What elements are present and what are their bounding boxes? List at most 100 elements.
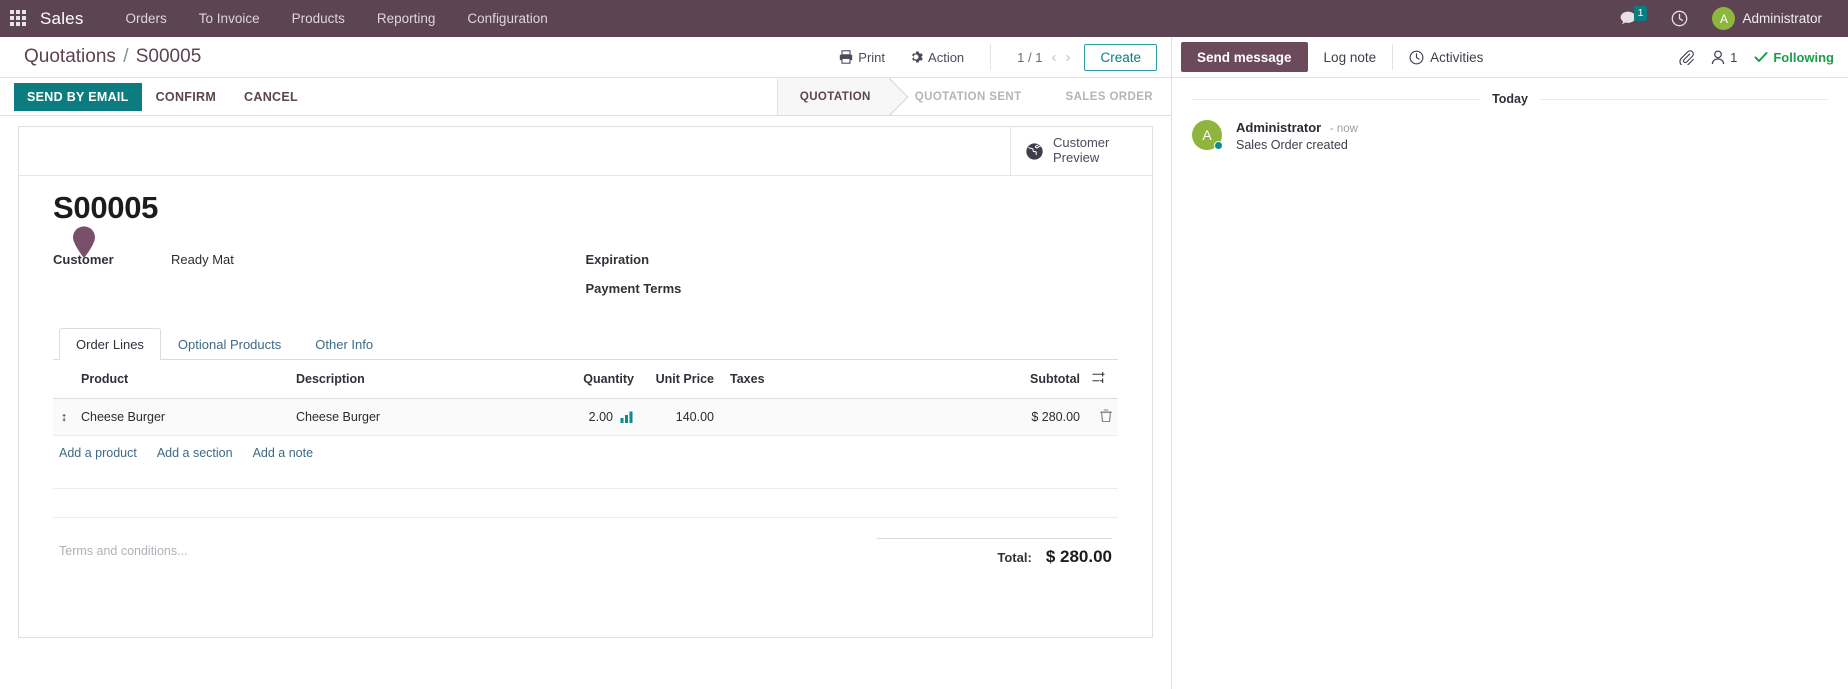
tab-optional-products[interactable]: Optional Products: [161, 328, 298, 360]
field-expiration: Expiration: [586, 252, 1119, 270]
breadcrumb-root[interactable]: Quotations: [24, 46, 116, 67]
pager-previous-icon[interactable]: ‹: [1051, 50, 1056, 65]
terms-and-conditions-field[interactable]: Terms and conditions...: [59, 538, 877, 567]
total-label: Total:: [997, 550, 1032, 565]
user-name-label: Administrator: [1742, 11, 1822, 26]
row-drag-handle-icon[interactable]: ↕: [53, 398, 75, 436]
schedule-activity-button[interactable]: Activities: [1393, 37, 1499, 77]
check-icon: [1754, 52, 1768, 62]
add-a-product-link[interactable]: Add a product: [59, 446, 137, 460]
status-step-sales-order[interactable]: SALES ORDER: [1039, 78, 1171, 115]
print-label: Print: [858, 49, 886, 65]
confirm-button[interactable]: CONFIRM: [142, 83, 230, 111]
statusbar: QUOTATION QUOTATION SENT SALES ORDER: [776, 78, 1171, 115]
menu-item-reporting[interactable]: Reporting: [361, 1, 452, 36]
status-step-quotation-sent[interactable]: QUOTATION SENT: [888, 78, 1040, 115]
log-note-button[interactable]: Log note: [1308, 37, 1393, 77]
avatar-initial: A: [1202, 127, 1212, 143]
menu-item-orders[interactable]: Orders: [110, 1, 183, 36]
form-pane: Quotations / S00005 Print Action 1 / 1 ‹…: [0, 37, 1172, 689]
chatter-pane: Send message Log note Activities 1 Follo…: [1172, 37, 1848, 689]
cancel-button[interactable]: CANCEL: [230, 83, 312, 111]
field-customer-value[interactable]: Ready Mat: [171, 252, 234, 267]
send-message-button[interactable]: Send message: [1181, 42, 1308, 72]
field-customer: Customer Ready Mat: [53, 252, 586, 270]
day-divider: Today: [1192, 92, 1829, 106]
message-body: Sales Order created: [1236, 138, 1348, 152]
online-status-dot: [1214, 141, 1223, 150]
followers-button[interactable]: 1: [1711, 50, 1737, 65]
pager-value: 1 / 1: [1017, 49, 1043, 65]
cell-product[interactable]: Cheese Burger: [75, 398, 290, 436]
customer-preview-line2: Preview: [1053, 150, 1100, 165]
follow-toggle-button[interactable]: Following: [1754, 50, 1834, 65]
form-action-buttons: SEND BY EMAIL CONFIRM CANCEL: [0, 78, 777, 115]
print-button[interactable]: Print: [827, 45, 897, 70]
breadcrumb-current: S00005: [135, 46, 202, 67]
customer-preview-button[interactable]: Customer Preview: [1010, 127, 1152, 175]
activities-label: Activities: [1430, 49, 1484, 65]
user-menu[interactable]: A Administrator: [1700, 1, 1834, 36]
field-payment-terms-label: Payment Terms: [585, 281, 682, 296]
column-unit-price[interactable]: Unit Price: [640, 360, 720, 399]
activities-menu[interactable]: [1659, 4, 1700, 33]
cell-quantity[interactable]: 2.00: [545, 398, 640, 436]
status-step-quotation[interactable]: QUOTATION: [777, 78, 889, 115]
form-sheet: Customer Preview S00005 Customer Ready M…: [18, 126, 1153, 638]
control-panel-actions: Print Action 1 / 1 ‹ › Create: [827, 43, 1157, 71]
column-subtotal[interactable]: Subtotal: [935, 360, 1086, 399]
messaging-menu[interactable]: 1: [1608, 5, 1660, 32]
message-header: Administrator - now: [1236, 120, 1358, 135]
page-body: Quotations / S00005 Print Action 1 / 1 ‹…: [0, 37, 1848, 689]
create-button[interactable]: Create: [1084, 43, 1157, 71]
add-a-section-link[interactable]: Add a section: [157, 446, 233, 460]
column-taxes[interactable]: Taxes: [720, 360, 935, 399]
menu-item-configuration[interactable]: Configuration: [451, 1, 563, 36]
action-button[interactable]: Action: [897, 45, 976, 70]
tab-other-info[interactable]: Other Info: [298, 328, 390, 360]
menu-item-to-invoice[interactable]: To Invoice: [183, 1, 276, 36]
column-description[interactable]: Description: [290, 360, 545, 399]
tab-order-lines[interactable]: Order Lines: [59, 328, 161, 360]
navbar-systray: 1 A Administrator: [1608, 1, 1834, 36]
column-options[interactable]: [1086, 360, 1118, 399]
attachments-button[interactable]: [1679, 49, 1695, 65]
menu-item-products[interactable]: Products: [276, 1, 361, 36]
totals-block: Total: $ 280.00: [877, 538, 1112, 567]
action-label: Action: [928, 49, 965, 65]
total-value: $ 280.00: [1045, 547, 1112, 566]
cell-taxes[interactable]: [720, 398, 935, 436]
trash-icon[interactable]: [1100, 409, 1112, 423]
add-a-note-link[interactable]: Add a note: [253, 446, 313, 460]
column-quantity[interactable]: Quantity: [545, 360, 640, 399]
quantity-wrap: 2.00: [589, 410, 634, 424]
filler-row: [53, 460, 1118, 489]
cell-delete[interactable]: [1086, 398, 1118, 436]
filler-row: [53, 489, 1118, 518]
app-brand-sales[interactable]: Sales: [40, 9, 84, 29]
day-divider-label: Today: [1492, 92, 1528, 106]
message-author: Administrator: [1236, 120, 1322, 135]
customer-preview-line1: Customer: [1053, 135, 1110, 151]
table-row[interactable]: ↕ Cheese Burger Cheese Burger 2.00 140.0…: [53, 398, 1118, 436]
apps-grid-icon[interactable]: [10, 9, 28, 28]
clock-icon: [1672, 10, 1688, 27]
notebook: Order Lines Optional Products Other Info…: [53, 328, 1118, 567]
field-customer-label: Customer: [53, 252, 114, 267]
order-lines-header: Product Description Quantity Unit Price …: [53, 360, 1118, 399]
form-sheet-body: S00005 Customer Ready Mat Expiration Pay…: [19, 176, 1152, 567]
forecast-report-icon[interactable]: [620, 411, 634, 423]
column-product[interactable]: Product: [75, 360, 290, 399]
day-divider-rule-left: [1192, 98, 1481, 100]
pager: 1 / 1 ‹ ›: [990, 44, 1084, 70]
message-timestamp: - now: [1329, 123, 1358, 135]
pager-next-icon[interactable]: ›: [1065, 50, 1070, 65]
top-navbar: Sales Orders To Invoice Products Reporti…: [0, 0, 1848, 37]
cell-unit-price[interactable]: 140.00: [640, 398, 720, 436]
notebook-tabs: Order Lines Optional Products Other Info: [53, 328, 1118, 360]
cell-quantity-value: 2.00: [588, 410, 613, 424]
send-by-email-button[interactable]: SEND BY EMAIL: [14, 82, 142, 111]
cell-description[interactable]: Cheese Burger: [290, 398, 545, 436]
control-panel-top: Quotations / S00005 Print Action 1 / 1 ‹…: [0, 37, 1171, 78]
column-options-icon: [1092, 371, 1105, 384]
